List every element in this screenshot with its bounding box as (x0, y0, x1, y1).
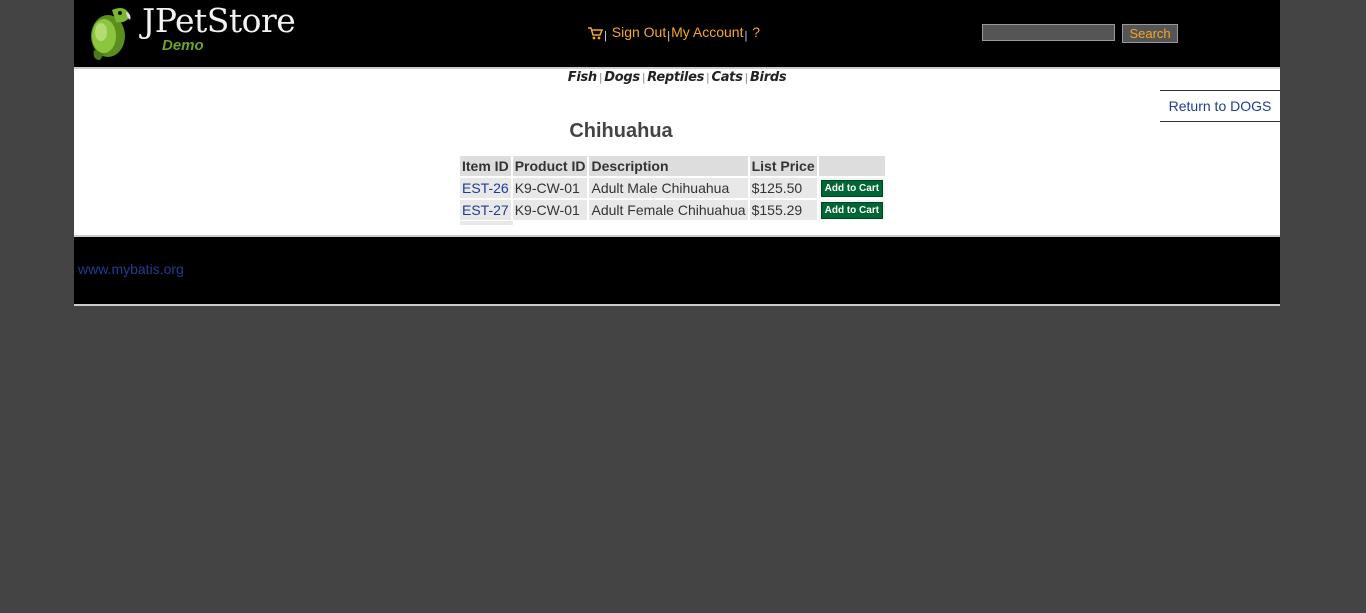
quicklink-separator: | (641, 71, 646, 84)
quicklink-separator: | (598, 71, 603, 84)
content: Fish | Dogs | Reptiles | Cats | Birds Return to … (74, 67, 1280, 235)
menu-separator: | (667, 30, 671, 42)
description-cell: Adult Male Chihuahua (589, 178, 748, 198)
item-id-link[interactable]: EST-27 (462, 202, 509, 218)
column-header-description: Description (589, 156, 748, 176)
my-account-link[interactable]: My Account (671, 24, 743, 40)
quicklink-fish[interactable]: Fish (568, 70, 597, 85)
items-table: Item ID Product ID Description List Pric… (458, 154, 887, 222)
table-row: EST-27 K9-CW-01 Adult Female Chihuahua $… (460, 200, 886, 220)
column-header-list-price: List Price (749, 156, 817, 176)
product-id-cell: K9-CW-01 (512, 178, 588, 198)
search-form: Search (982, 24, 1178, 43)
footer: www.mybatis.org (74, 235, 1280, 306)
shopping-cart-icon[interactable] (587, 26, 603, 40)
product-id-cell: K9-CW-01 (512, 200, 588, 220)
help-link[interactable]: ? (752, 24, 760, 40)
logo[interactable]: JPetStore Demo (82, 0, 297, 62)
price-cell: $125.50 (749, 178, 817, 198)
add-to-cart-button[interactable]: Add to Cart (820, 179, 884, 197)
header-menu: | Sign Out|My Account| ? (587, 24, 760, 42)
mybatis-link[interactable]: www.mybatis.org (78, 261, 184, 277)
action-cell: Add to Cart (818, 200, 886, 220)
table-row: EST-26 K9-CW-01 Adult Male Chihuahua $12… (460, 178, 886, 198)
item-id-cell: EST-26 (460, 178, 511, 198)
table-footer-cell (460, 221, 513, 225)
menu-separator: | (604, 30, 607, 42)
return-to-dogs-link[interactable]: Return to DOGS (1169, 98, 1272, 114)
price-cell: $155.29 (749, 200, 817, 220)
back-link-box: Return to DOGS (1160, 90, 1280, 122)
quicklink-reptiles[interactable]: Reptiles (647, 70, 704, 85)
header: JPetStore Demo | Sign Out|My Account| ? … (74, 0, 1280, 67)
column-header-item-id: Item ID (460, 156, 511, 176)
parrot-logo-icon (91, 8, 131, 60)
quicklink-cats[interactable]: Cats (711, 70, 742, 85)
quicklink-separator: | (706, 71, 710, 84)
item-id-link[interactable]: EST-26 (462, 180, 509, 196)
action-cell: Add to Cart (818, 178, 886, 198)
category-quicklinks: Fish | Dogs | Reptiles | Cats | Birds (74, 70, 1280, 85)
quicklink-separator: | (744, 71, 749, 84)
table-header-row: Item ID Product ID Description List Pric… (460, 156, 886, 176)
search-button[interactable]: Search (1122, 24, 1178, 43)
search-input[interactable] (982, 24, 1115, 41)
sign-out-link[interactable]: Sign Out (612, 24, 666, 40)
item-id-cell: EST-27 (460, 200, 511, 220)
column-header-action (818, 156, 886, 176)
column-header-product-id: Product ID (512, 156, 588, 176)
quicklink-birds[interactable]: Birds (750, 70, 787, 85)
page-wrapper: JPetStore Demo | Sign Out|My Account| ? … (74, 0, 1280, 306)
description-cell: Adult Female Chihuahua (589, 200, 748, 220)
menu-separator: | (744, 30, 748, 42)
add-to-cart-button[interactable]: Add to Cart (820, 201, 884, 219)
page-title: Chihuahua (569, 120, 673, 142)
quicklink-dogs[interactable]: Dogs (604, 70, 640, 85)
logo-text: JPetStore (142, 1, 296, 40)
logo-subtext: Demo (162, 37, 204, 54)
